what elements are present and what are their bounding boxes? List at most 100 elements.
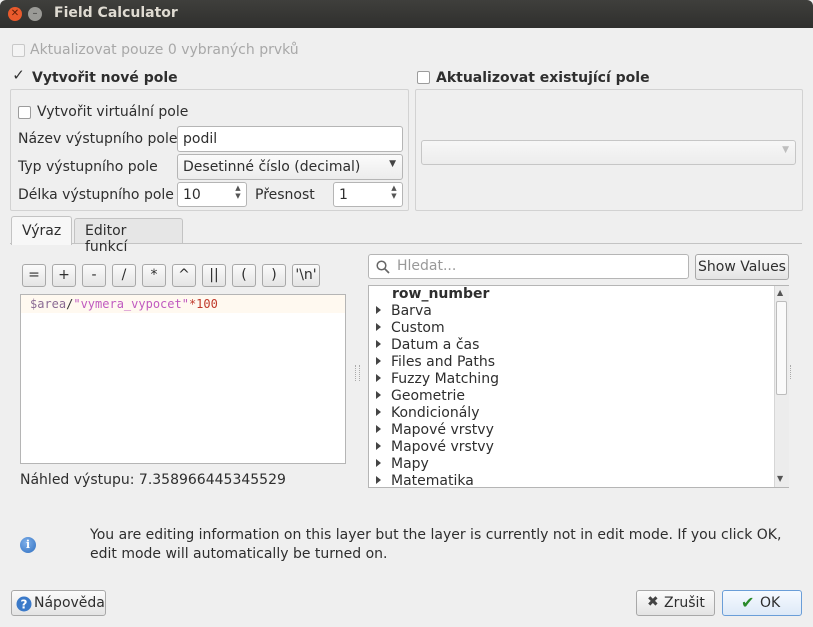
field-name-input[interactable]: podil — [177, 126, 403, 152]
scroll-up-icon[interactable]: ▲ — [777, 288, 783, 297]
list-item-label: Mapy — [391, 456, 429, 472]
splitter-handle[interactable] — [355, 365, 360, 381]
list-item[interactable]: Mapové vrstvy — [372, 422, 774, 439]
spin-arrows-icon[interactable]: ▲ ▼ — [231, 184, 245, 205]
info-message: You are editing information on this laye… — [90, 527, 782, 562]
checkmark-icon: ✔ — [741, 593, 755, 612]
expand-arrow-icon[interactable] — [376, 306, 381, 314]
chevron-down-icon: ▼ — [389, 159, 396, 169]
cancel-label: Zrušit — [664, 595, 705, 611]
field-name-value: podil — [183, 131, 218, 147]
expr-number: *100 — [188, 297, 218, 311]
field-type-label: Typ výstupního pole — [18, 159, 158, 175]
ok-label: OK — [760, 595, 781, 611]
expression-text: $area/"vymera_vypocet"*100 — [30, 297, 218, 311]
update-selected-label: Aktualizovat pouze 0 vybraných prvků — [30, 42, 299, 58]
list-item[interactable]: Files and Paths — [372, 354, 774, 371]
expand-arrow-icon[interactable] — [376, 323, 381, 331]
function-list-scrollbar[interactable]: ▲ ▼ — [774, 286, 789, 487]
create-new-checkbox[interactable]: ✓ — [12, 68, 25, 83]
list-item-label: Custom — [391, 320, 445, 336]
list-item-label: Datum a čas — [391, 337, 480, 353]
search-placeholder: Hledat... — [397, 258, 457, 274]
list-item-label: Files and Paths — [391, 354, 496, 370]
field-name-label: Název výstupního pole — [18, 131, 178, 147]
precision-spinbox[interactable]: 1 ▲ ▼ — [333, 182, 403, 207]
minimize-icon[interactable]: – — [28, 7, 42, 21]
cancel-icon: ✖ — [647, 594, 659, 610]
expand-arrow-icon[interactable] — [376, 425, 381, 433]
operator-power-button[interactable]: ^ — [172, 264, 196, 287]
expand-arrow-icon[interactable] — [376, 374, 381, 382]
operator-concat-button[interactable]: || — [202, 264, 226, 287]
operator-open-paren-button[interactable]: ( — [232, 264, 256, 287]
expand-arrow-icon[interactable] — [376, 391, 381, 399]
list-item[interactable]: Datum a čas — [372, 337, 774, 354]
search-input[interactable]: Hledat... — [368, 254, 689, 279]
tab-divider — [10, 243, 802, 244]
tab-function-editor[interactable]: Editor funkcí — [74, 218, 183, 255]
operator-equals-button[interactable]: = — [22, 264, 46, 287]
list-item-label: Barva — [391, 303, 432, 319]
cancel-button[interactable]: ✖ Zrušit — [636, 590, 715, 616]
operator-multiply-button[interactable]: * — [142, 264, 166, 287]
close-icon[interactable]: ✕ — [8, 7, 22, 21]
list-item-label: Fuzzy Matching — [391, 371, 499, 387]
operator-minus-button[interactable]: - — [82, 264, 106, 287]
svg-text:?: ? — [21, 598, 28, 612]
list-item-label: Geometrie — [391, 388, 466, 404]
update-existing-label: Aktualizovat existující pole — [436, 70, 650, 86]
help-icon: ? — [16, 596, 32, 612]
output-preview: Náhled výstupu: 7.358966445345529 — [20, 472, 286, 488]
list-item-label: Matematika — [391, 473, 474, 487]
create-new-label: Vytvořit nové pole — [32, 70, 178, 86]
list-item[interactable]: Custom — [372, 320, 774, 337]
search-icon — [376, 260, 390, 274]
field-length-spinbox[interactable]: 10 ▲ ▼ — [177, 182, 247, 207]
expand-arrow-icon[interactable] — [376, 476, 381, 484]
expand-arrow-icon[interactable] — [376, 340, 381, 348]
info-icon: i — [20, 537, 36, 553]
list-item-label: Mapové vrstvy — [391, 422, 494, 438]
operator-close-paren-button[interactable]: ) — [262, 264, 286, 287]
scrollbar-thumb[interactable] — [776, 301, 787, 395]
existing-field-select[interactable]: ▼ — [421, 140, 796, 165]
scroll-down-icon[interactable]: ▼ — [777, 474, 783, 483]
operator-plus-button[interactable]: + — [52, 264, 76, 287]
virtual-field-checkbox[interactable] — [18, 106, 31, 119]
operator-divide-button[interactable]: / — [112, 264, 136, 287]
help-label: Nápověda — [34, 595, 105, 611]
virtual-field-label: Vytvořit virtuální pole — [37, 104, 189, 120]
list-item[interactable]: Mapy — [372, 456, 774, 473]
resize-grip — [790, 365, 792, 379]
expr-field: "vymera_vypocet" — [73, 297, 189, 311]
expression-editor[interactable]: $area/"vymera_vypocet"*100 — [20, 294, 346, 464]
list-item-label: Kondicionály — [391, 405, 480, 421]
spin-arrows-icon[interactable]: ▲ ▼ — [387, 184, 401, 205]
expand-arrow-icon[interactable] — [376, 408, 381, 416]
list-item[interactable]: Kondicionály — [372, 405, 774, 422]
list-item[interactable]: row_number — [372, 286, 774, 303]
operator-newline-button[interactable]: '\n' — [292, 264, 320, 287]
expand-arrow-icon[interactable] — [376, 442, 381, 450]
update-selected-checkbox[interactable] — [12, 44, 25, 57]
tab-function-editor-label: Editor funkcí — [85, 223, 128, 255]
list-item[interactable]: Geometrie — [372, 388, 774, 405]
precision-label: Přesnost — [255, 187, 315, 203]
list-item-label: row_number — [392, 286, 490, 302]
expand-arrow-icon[interactable] — [376, 357, 381, 365]
tab-expression[interactable]: Výraz — [11, 216, 72, 245]
update-existing-checkbox[interactable] — [417, 71, 430, 84]
list-item[interactable]: Matematika — [372, 473, 774, 487]
ok-button[interactable]: ✔ OK — [722, 590, 802, 616]
expand-arrow-icon[interactable] — [376, 459, 381, 467]
show-values-button[interactable]: Show Values — [695, 254, 789, 280]
field-type-select[interactable]: Desetinné číslo (decimal) ▼ — [177, 154, 403, 180]
precision-value: 1 — [339, 187, 348, 203]
help-button[interactable]: ? Nápověda — [11, 590, 106, 616]
list-item-label: Mapové vrstvy — [391, 439, 494, 455]
list-item[interactable]: Barva — [372, 303, 774, 320]
list-item[interactable]: Mapové vrstvy — [372, 439, 774, 456]
field-type-value: Desetinné číslo (decimal) — [183, 159, 361, 175]
list-item[interactable]: Fuzzy Matching — [372, 371, 774, 388]
